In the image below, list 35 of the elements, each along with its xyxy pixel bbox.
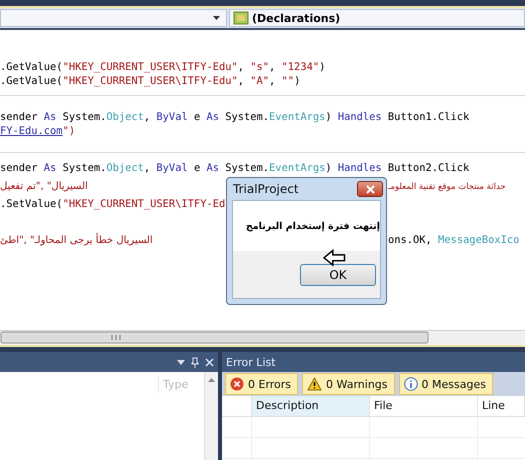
scroll-up-icon[interactable] (208, 378, 215, 382)
ok-button[interactable]: OK (300, 264, 376, 286)
close-icon (366, 184, 374, 194)
horizontal-scrollbar[interactable] (0, 330, 525, 347)
code-text: .SetValue("HKEY_CURRENT_USER\ITFY-Ed (0, 198, 226, 210)
pin-icon[interactable] (191, 356, 199, 368)
dialog-title: TrialProject (233, 182, 299, 196)
warning-icon (307, 377, 322, 391)
error-icon (230, 377, 244, 391)
code-text: FY-Edu.com") (0, 125, 76, 137)
code-text: .GetValue("HKEY_CURRENT_USER\ITFY-Edu", "A", "") (0, 75, 300, 87)
code-text: ons.OK, MessageBoxIco (388, 234, 520, 246)
panel-title: Error List (222, 352, 525, 372)
filter-button[interactable]: 0 Messages (398, 373, 493, 395)
column-header[interactable]: File (370, 396, 478, 416)
code-text: .GetValue("HKEY_CURRENT_USER\ITFY-Edu", "s", "1234") (0, 61, 326, 73)
info-icon (404, 377, 418, 391)
column-header[interactable]: Description (252, 396, 370, 416)
dropdown-caret-icon (213, 16, 220, 20)
filter-button[interactable]: 0 Errors (225, 373, 298, 395)
vertical-scrollbar[interactable] (204, 372, 218, 460)
close-button[interactable] (357, 181, 383, 197)
dialog-message: إنتهت فترة إستخدام البرنامج (233, 201, 380, 251)
dropdown-caret-icon[interactable] (177, 360, 185, 364)
column-header[interactable]: Line (478, 396, 525, 416)
code-text: sender As System.Object, ByVal e As System.EventArgs) Handles Button2.Click (0, 162, 470, 174)
close-icon[interactable] (205, 358, 214, 366)
cursor-icon (322, 249, 348, 268)
code-text: السيريال خطأ يرجى المحاولـ" ,"اطئ (0, 234, 226, 246)
code-text: حداثة منتجات موقع تقنية المعلومـ (388, 181, 506, 192)
code-text: السيريال" ,"تم تفعيل (0, 180, 89, 192)
member-dropdown[interactable]: (Declarations) (229, 9, 525, 27)
filter-button[interactable]: 0 Warnings (302, 373, 394, 395)
method-icon (233, 11, 249, 25)
code-text: sender As System.Object, ByVal e As System.EventArgs) Handles Button1.Click (0, 111, 470, 123)
